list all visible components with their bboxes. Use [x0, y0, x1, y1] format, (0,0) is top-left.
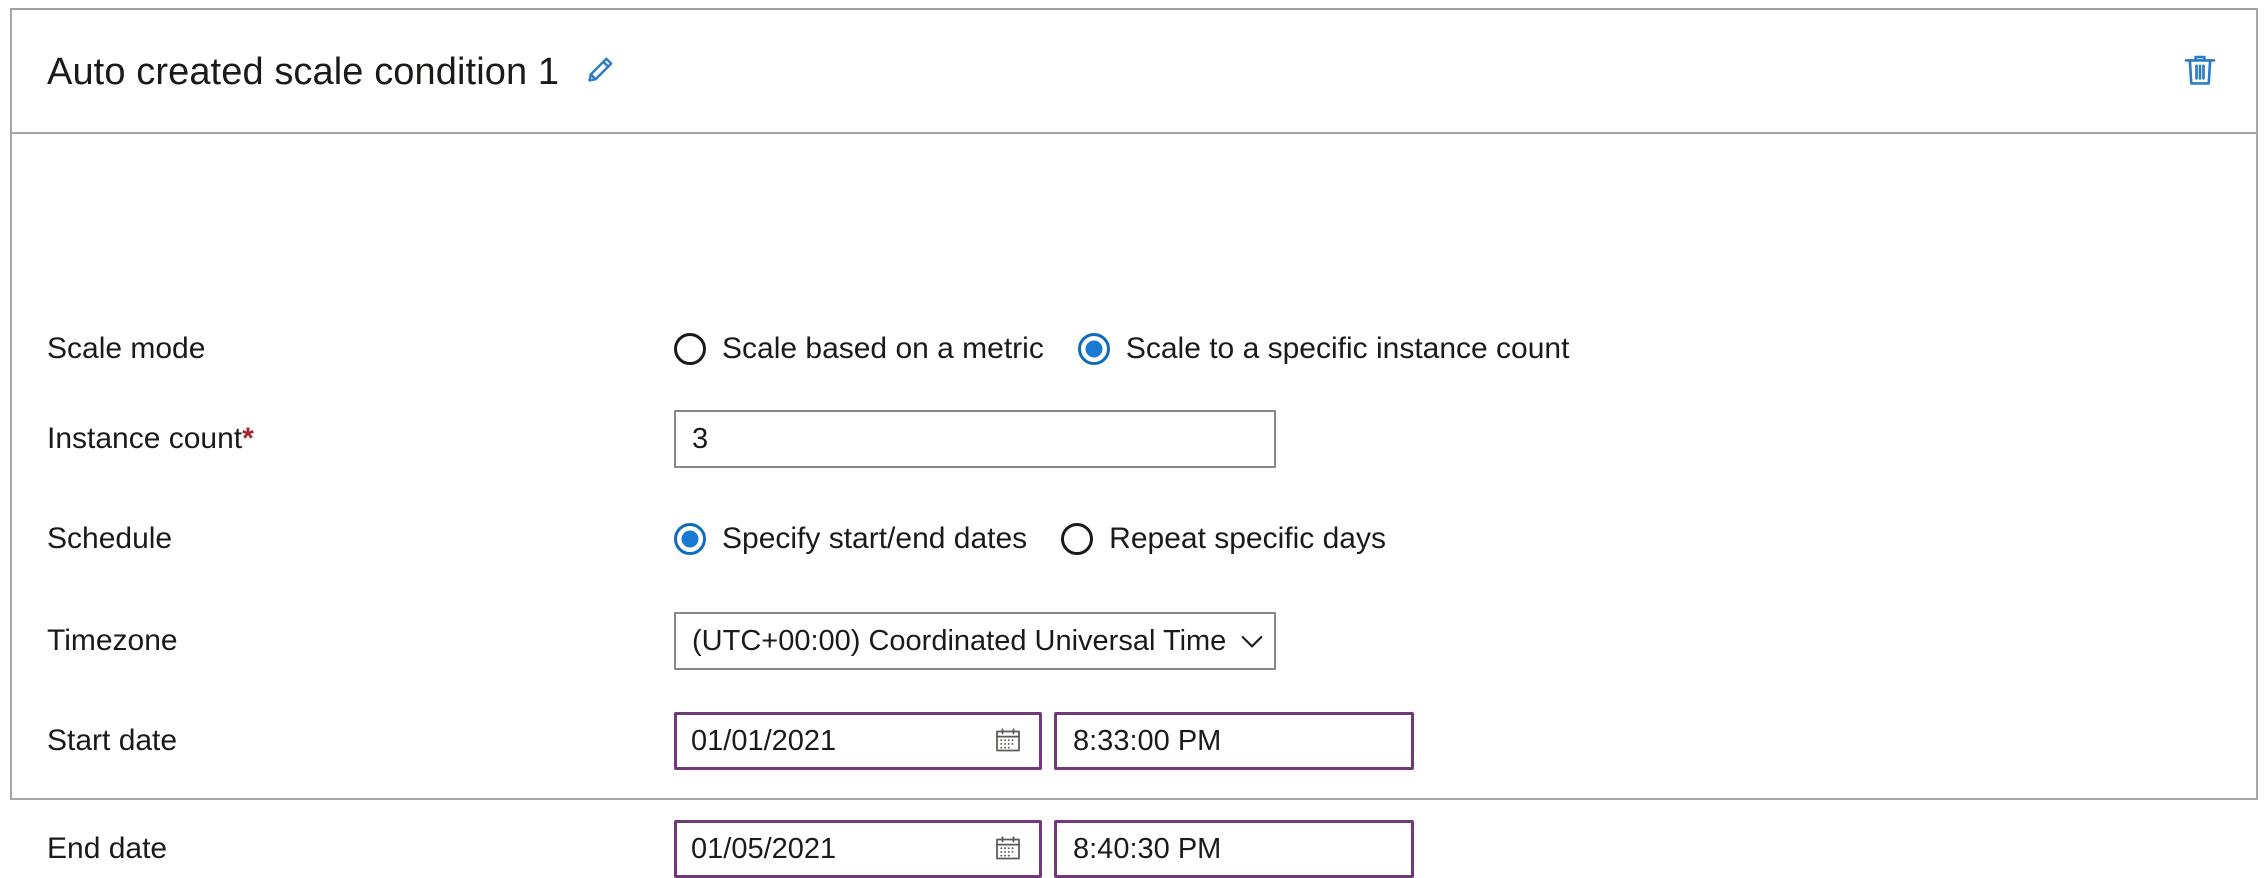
timezone-control: (UTC+00:00) Coordinated Universal Time	[674, 612, 1276, 670]
label-instance-count: Instance count*	[47, 424, 254, 454]
delete-condition-button[interactable]	[2174, 45, 2226, 97]
timezone-select[interactable]: (UTC+00:00) Coordinated Universal Time	[674, 612, 1276, 670]
header-title-group: Auto created scale condition 1	[47, 10, 621, 134]
required-asterisk: *	[242, 422, 254, 455]
label-instance-count-text: Instance count	[47, 422, 243, 455]
edit-name-button[interactable]	[577, 50, 621, 94]
card-header: Auto created scale condition 1	[12, 10, 2256, 134]
chevron-down-icon	[1236, 625, 1268, 657]
schedule-control: Specify start/end dates Repeat specific …	[674, 523, 1386, 555]
row-end-date: End date 01/05/2021 8:40:30 PM	[12, 820, 2256, 878]
start-time-field[interactable]: 8:33:00 PM	[1054, 712, 1414, 770]
end-date-field[interactable]: 01/05/2021	[674, 820, 1042, 878]
label-timezone: Timezone	[47, 624, 178, 657]
label-start-date: Start date	[47, 724, 178, 757]
start-datetime-group: 01/01/2021 8:33:00 PM	[674, 712, 1414, 770]
label-scale-mode: Scale mode	[47, 332, 206, 365]
end-date-calendar-button[interactable]	[991, 832, 1025, 866]
radio-specify-start-end-dates[interactable]: Specify start/end dates	[674, 523, 1027, 555]
end-time-value: 8:40:30 PM	[1073, 832, 1222, 865]
radio-circle-icon	[1061, 523, 1094, 555]
radio-circle-selected-icon	[1077, 333, 1110, 365]
schedule-radio-group: Specify start/end dates Repeat specific …	[674, 523, 1386, 555]
label-schedule: Schedule	[47, 522, 173, 555]
label-end-date: End date	[47, 832, 168, 865]
radio-label: Scale based on a metric	[722, 332, 1044, 365]
start-date-field[interactable]: 01/01/2021	[674, 712, 1042, 770]
start-date-control: 01/01/2021 8:33:00 PM	[674, 712, 1414, 770]
end-time-field[interactable]: 8:40:30 PM	[1054, 820, 1414, 878]
end-date-value: 01/05/2021	[691, 832, 837, 865]
radio-repeat-specific-days[interactable]: Repeat specific days	[1061, 523, 1386, 555]
calendar-icon	[993, 725, 1023, 758]
start-time-value: 8:33:00 PM	[1073, 724, 1222, 757]
row-scale-mode: Scale mode Scale based on a metric Scale…	[12, 320, 2256, 378]
radio-scale-to-specific-instance-count[interactable]: Scale to a specific instance count	[1077, 332, 1570, 365]
radio-scale-based-on-metric[interactable]: Scale based on a metric	[674, 333, 1044, 365]
row-instance-count: Instance count*	[12, 410, 2256, 468]
scale-mode-control: Scale based on a metric Scale to a speci…	[674, 333, 1569, 365]
start-date-calendar-button[interactable]	[991, 724, 1025, 758]
end-datetime-group: 01/05/2021 8:40:30 PM	[674, 820, 1414, 878]
row-schedule: Schedule Specify start/end dates Repeat …	[12, 510, 2256, 568]
end-date-control: 01/05/2021 8:40:30 PM	[674, 820, 1414, 878]
timezone-selected-value: (UTC+00:00) Coordinated Universal Time	[692, 624, 1227, 657]
start-date-value: 01/01/2021	[691, 724, 837, 757]
calendar-icon	[993, 833, 1023, 866]
radio-circle-selected-icon	[674, 523, 706, 555]
trash-icon	[2179, 49, 2221, 94]
instance-count-input[interactable]	[674, 410, 1276, 468]
timezone-select-wrap: (UTC+00:00) Coordinated Universal Time	[674, 612, 1276, 670]
scale-condition-card: Auto created scale condition 1 Scale mod…	[10, 8, 2258, 878]
radio-label: Specify start/end dates	[722, 522, 1028, 555]
radio-label: Scale to a specific instance count	[1125, 332, 1570, 365]
instance-count-control	[674, 410, 1276, 468]
pencil-icon	[582, 54, 616, 91]
radio-circle-icon	[674, 333, 706, 365]
scale-mode-radio-group: Scale based on a metric Scale to a speci…	[674, 333, 1569, 365]
row-start-date: Start date 01/01/2021 8:33:00 PM	[12, 712, 2256, 770]
radio-label: Repeat specific days	[1109, 522, 1386, 555]
page-title: Auto created scale condition 1	[47, 50, 560, 93]
row-timezone: Timezone (UTC+00:00) Coordinated Univers…	[12, 612, 2256, 670]
